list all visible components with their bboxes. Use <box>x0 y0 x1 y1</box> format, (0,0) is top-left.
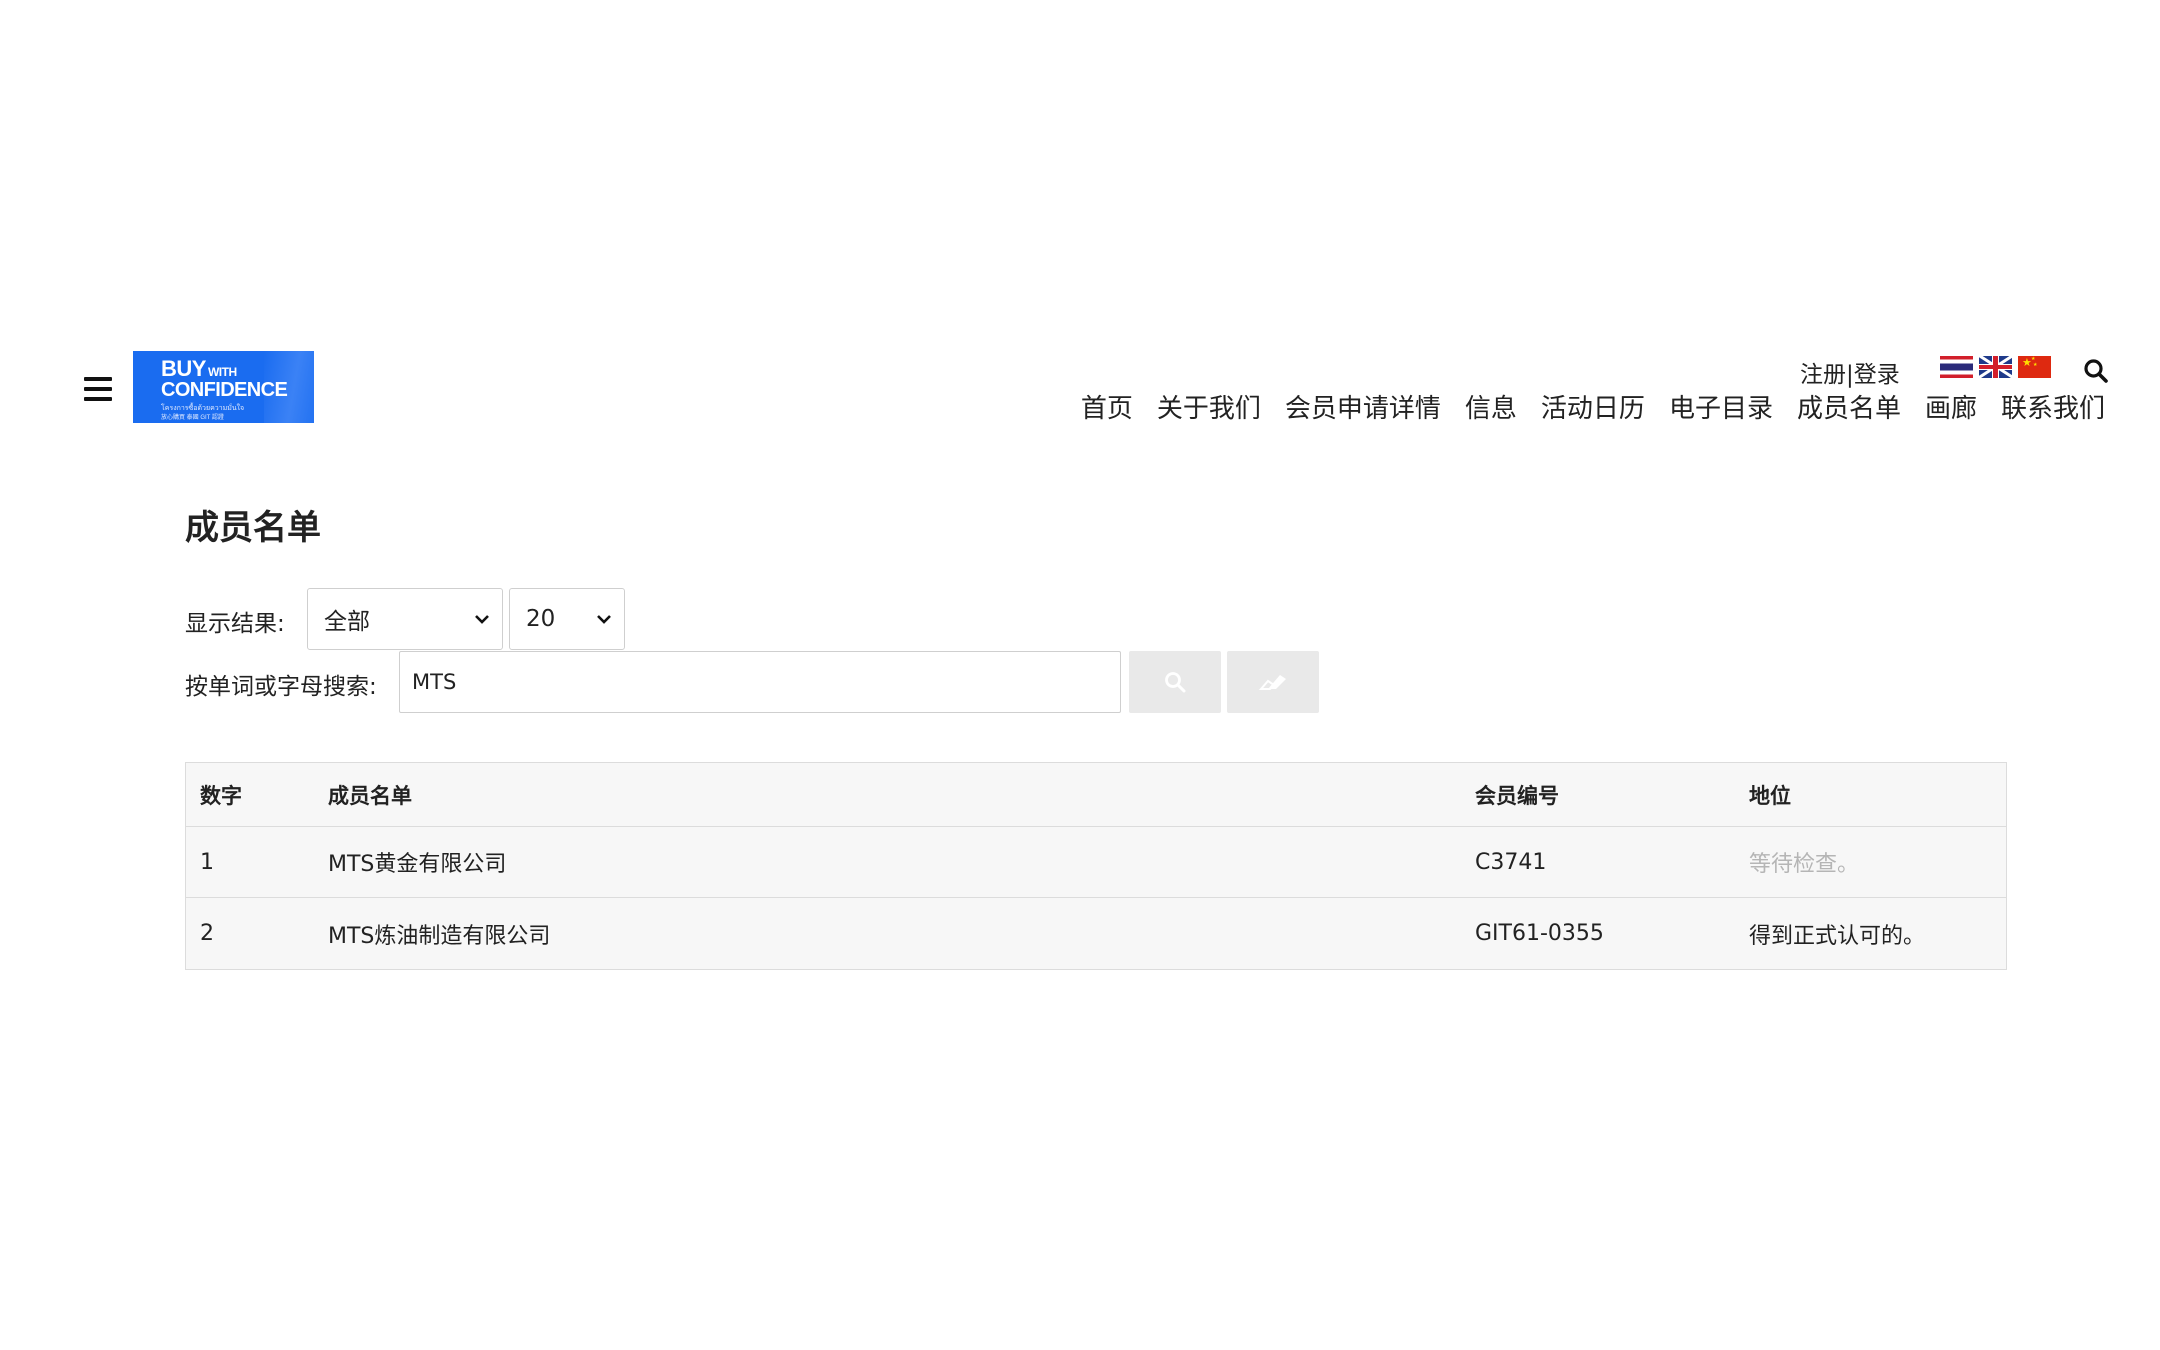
row-member-name[interactable]: MTS炼油制造有限公司 <box>328 918 550 950</box>
page-title: 成员名单 <box>185 508 321 548</box>
account-links: 注册|登录 <box>1800 355 1900 389</box>
eraser-icon <box>1258 675 1286 690</box>
table-header-row: 数字 成员名单 会员编号 地位 <box>186 763 2006 827</box>
language-switcher: ★ ★ ★ <box>1940 356 2051 378</box>
nav-item-calendar[interactable]: 活动日历 <box>1541 388 1645 425</box>
status-filter-select[interactable]: 全部 <box>307 588 503 650</box>
logo-text-with: WITH <box>207 365 237 379</box>
login-link[interactable]: 登录 <box>1854 362 1900 388</box>
row-member-id: C3741 <box>1475 849 1547 875</box>
row-number: 1 <box>200 849 214 875</box>
column-header-number: 数字 <box>200 783 242 808</box>
site-logo[interactable]: BUY WITH CONFIDENCE โครงการซื้อด้วยความมั… <box>133 351 314 423</box>
nav-item-about[interactable]: 关于我们 <box>1157 388 1261 425</box>
column-header-member: 成员名单 <box>328 783 412 808</box>
row-status: 得到正式认可的。 <box>1749 923 1926 949</box>
nav-item-home[interactable]: 首页 <box>1081 388 1133 425</box>
logo-text-confidence: CONFIDENCE <box>161 379 288 401</box>
filter-label: 显示结果: <box>185 611 285 637</box>
logo-text-chinese: 放心購買 泰國 GIT 認證 <box>161 415 224 421</box>
table-row[interactable]: 2 MTS炼油制造有限公司 GIT61-0355 得到正式认可的。 <box>186 898 2006 969</box>
search-icon <box>1165 672 1186 693</box>
account-separator: | <box>1846 362 1854 388</box>
row-member-id: GIT61-0355 <box>1475 921 1604 946</box>
th-flag-icon[interactable] <box>1940 356 1973 378</box>
nav-item-news[interactable]: 信息 <box>1465 388 1517 425</box>
hamburger-menu-icon[interactable] <box>84 377 112 401</box>
row-number: 2 <box>200 921 214 946</box>
column-header-member-id: 会员编号 <box>1475 783 1559 808</box>
page-size-value: 20 <box>526 606 556 632</box>
nav-item-gallery[interactable]: 画廊 <box>1925 388 1977 425</box>
uk-flag-icon[interactable] <box>1979 356 2012 378</box>
table-row[interactable]: 1 MTS黄金有限公司 C3741 等待检查。 <box>186 827 2006 898</box>
nav-item-contact[interactable]: 联系我们 <box>2001 388 2105 425</box>
search-button[interactable] <box>1129 651 1221 713</box>
register-link[interactable]: 注册 <box>1800 362 1846 388</box>
page-size-select[interactable]: 20 <box>509 588 625 650</box>
search-input[interactable] <box>399 651 1121 713</box>
nav-item-catalog[interactable]: 电子目录 <box>1669 388 1773 425</box>
row-status: 等待检查。 <box>1749 852 1860 877</box>
clear-button[interactable] <box>1227 651 1319 713</box>
cn-flag-icon[interactable]: ★ ★ ★ <box>2018 356 2051 378</box>
row-member-name[interactable]: MTS黄金有限公司 <box>328 846 506 878</box>
chevron-down-icon <box>475 615 489 624</box>
chevron-down-icon <box>597 615 611 624</box>
status-filter-value: 全部 <box>324 609 370 635</box>
members-table: 数字 成员名单 会员编号 地位 1 MTS黄金有限公司 C3741 等待检查。 … <box>185 762 2007 970</box>
search-icon[interactable] <box>2083 358 2109 384</box>
main-nav: 首页 关于我们 会员申请详情 信息 活动日历 电子目录 成员名单 画廊 联系我们 <box>1081 388 2105 425</box>
logo-text-buy: BUY <box>161 356 206 381</box>
nav-item-membership[interactable]: 会员申请详情 <box>1285 388 1441 425</box>
nav-item-members[interactable]: 成员名单 <box>1797 388 1901 425</box>
column-header-status: 地位 <box>1749 783 1791 808</box>
search-label: 按单词或字母搜索: <box>185 674 377 700</box>
